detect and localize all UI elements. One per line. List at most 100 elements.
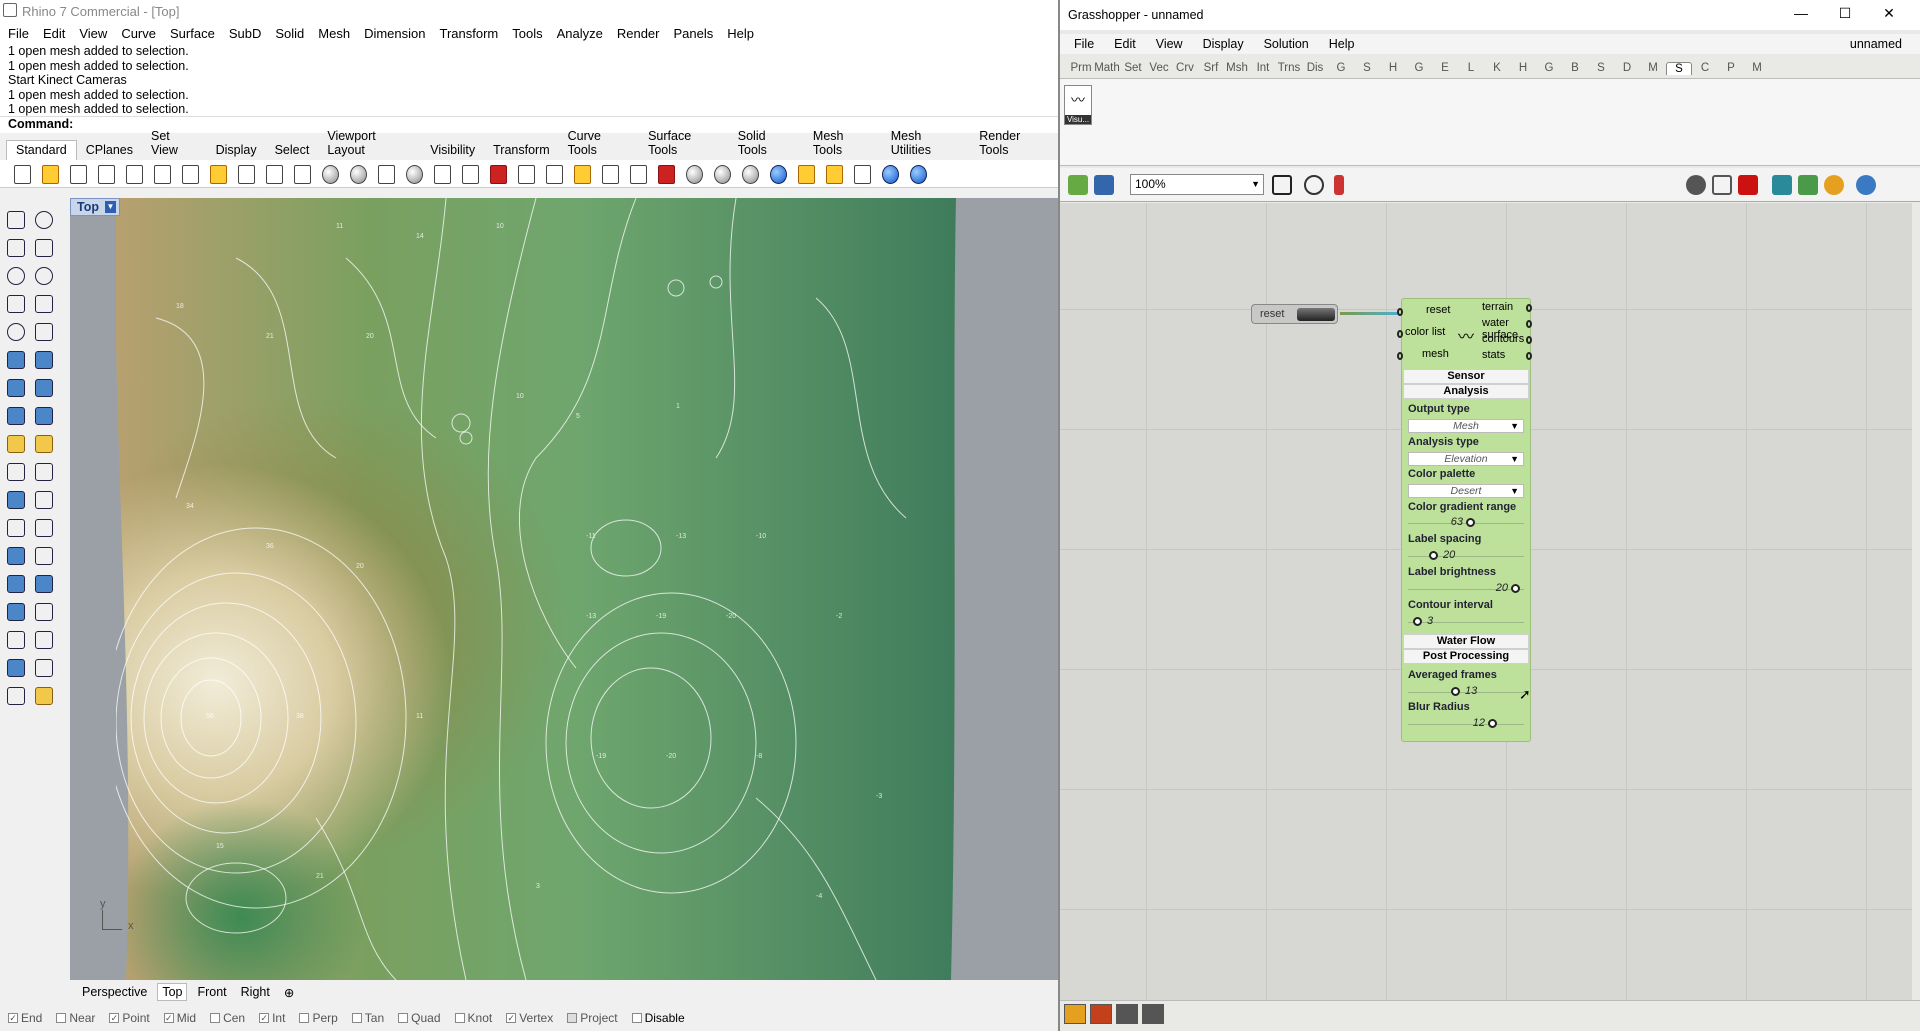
menu-surface[interactable]: Surface (170, 26, 215, 41)
rectangle-icon[interactable] (32, 292, 56, 316)
slider-knob[interactable] (1488, 719, 1497, 728)
gh-tab[interactable]: M (1640, 62, 1666, 74)
gh-tab[interactable]: S (1588, 62, 1614, 74)
tab-standard[interactable]: Standard (6, 140, 77, 160)
slider-knob[interactable] (1451, 687, 1460, 696)
slider-knob[interactable] (1413, 617, 1422, 626)
gh-tab[interactable]: S (1354, 62, 1380, 74)
osnap-int[interactable]: ✓ Int (259, 1011, 285, 1025)
new-file-icon[interactable] (10, 162, 34, 186)
slider-knob[interactable] (1466, 518, 1475, 527)
material-icon[interactable] (1824, 175, 1844, 195)
menu-subd[interactable]: SubD (229, 26, 262, 41)
lock-icon[interactable] (626, 162, 650, 186)
gh-menu-view[interactable]: View (1156, 37, 1183, 51)
osnap-point[interactable]: ✓ Point (109, 1011, 150, 1025)
sandbox-component[interactable]: reset color list mesh 〰 terrain water su… (1397, 298, 1532, 742)
tab-set-view[interactable]: Set View (142, 127, 207, 160)
output-port[interactable] (1526, 336, 1532, 344)
gh-menu-edit[interactable]: Edit (1114, 37, 1136, 51)
osnap-disable[interactable]: Disable (631, 1011, 685, 1025)
mesh-icon[interactable] (4, 432, 28, 456)
averaged-frames-slider[interactable]: 13 (1408, 685, 1524, 699)
menu-tools[interactable]: Tools (512, 26, 542, 41)
rotate-view-icon[interactable] (290, 162, 314, 186)
sketch-icon[interactable] (1334, 175, 1344, 195)
output-port[interactable] (1526, 352, 1532, 360)
gh-tab[interactable]: G (1328, 62, 1354, 74)
chevron-down-icon[interactable]: ▼ (104, 201, 116, 213)
hierarchy-icon[interactable] (32, 628, 56, 652)
gh-tab[interactable]: C (1692, 62, 1718, 74)
properties-icon[interactable] (570, 162, 594, 186)
menu-transform[interactable]: Transform (439, 26, 498, 41)
input-port[interactable] (1397, 352, 1403, 360)
section-sensor[interactable]: Sensor (1403, 369, 1529, 384)
scale-icon[interactable] (32, 572, 56, 596)
selected-preview-icon[interactable] (1738, 175, 1758, 195)
gh-tab[interactable]: G (1536, 62, 1562, 74)
gh-menu-file[interactable]: File (1074, 37, 1094, 51)
gh-menu-solution[interactable]: Solution (1264, 37, 1309, 51)
tab-top[interactable]: Top (157, 983, 188, 1001)
offset-icon[interactable] (4, 516, 28, 540)
gh-menu-display[interactable]: Display (1203, 37, 1244, 51)
array-icon[interactable] (4, 628, 28, 652)
analysis-icon[interactable] (794, 162, 818, 186)
slider-knob[interactable] (1511, 584, 1520, 593)
undo-icon[interactable] (234, 162, 258, 186)
preview-mesh-icon[interactable] (1798, 175, 1818, 195)
open-file-icon[interactable] (1068, 175, 1088, 195)
display-settings-icon[interactable] (1856, 175, 1876, 195)
gh-tab[interactable]: H (1380, 62, 1406, 74)
print-icon[interactable] (94, 162, 118, 186)
zoom-select[interactable]: 100% ▼ (1130, 174, 1264, 195)
osnap-end[interactable]: ✓ End (8, 1011, 42, 1025)
label-spacing-slider[interactable]: 20 (1408, 549, 1524, 563)
gh-tab[interactable]: Crv (1172, 62, 1198, 74)
plane-icon[interactable] (32, 404, 56, 428)
grasshopper-icon[interactable] (850, 162, 874, 186)
osnap-mid[interactable]: ✓ Mid (163, 1011, 196, 1025)
menu-view[interactable]: View (79, 26, 107, 41)
hierarchy-icon[interactable] (1116, 1004, 1138, 1024)
menu-help[interactable]: Help (727, 26, 754, 41)
label-brightness-slider[interactable]: 20 (1408, 582, 1524, 596)
osnap-tan[interactable]: Tan (351, 1011, 384, 1025)
shaded-icon[interactable] (710, 162, 734, 186)
tab-render-tools[interactable]: Render Tools (970, 127, 1058, 160)
menu-mesh[interactable]: Mesh (318, 26, 350, 41)
shaded-preview-icon[interactable] (1712, 175, 1732, 195)
surface-icon[interactable] (4, 348, 28, 372)
tab-solid-tools[interactable]: Solid Tools (729, 127, 804, 160)
menu-render[interactable]: Render (617, 26, 660, 41)
zoom-icon[interactable] (318, 162, 342, 186)
tab-display[interactable]: Display (207, 141, 266, 160)
gh-tab[interactable]: Trns (1276, 62, 1302, 74)
polyline-icon[interactable] (4, 236, 28, 260)
tab-visibility[interactable]: Visibility (421, 141, 484, 160)
gh-tab[interactable]: B (1562, 62, 1588, 74)
zoom-window-icon[interactable] (346, 162, 370, 186)
point-icon[interactable] (32, 208, 56, 232)
save-icon[interactable] (1094, 175, 1114, 195)
layer-icon[interactable] (654, 162, 678, 186)
light-icon[interactable] (598, 162, 622, 186)
text-icon[interactable] (4, 544, 28, 568)
tab-perspective[interactable]: Perspective (78, 984, 151, 1000)
gh-tab[interactable]: G (1406, 62, 1432, 74)
reset-button-component[interactable]: reset (1251, 304, 1338, 324)
cut-icon[interactable] (150, 162, 174, 186)
color-palette-dropdown[interactable]: Desert ▼ (1408, 484, 1524, 498)
osnap-near[interactable]: Near (56, 1011, 95, 1025)
osnap-cen[interactable]: Cen (210, 1011, 245, 1025)
osnap-knot[interactable]: Knot (454, 1011, 492, 1025)
input-port[interactable] (1397, 330, 1403, 338)
maximize-icon[interactable]: ☐ (1830, 5, 1860, 22)
select-icon[interactable] (542, 162, 566, 186)
gh-menu-help[interactable]: Help (1329, 37, 1355, 51)
arc-icon[interactable] (4, 292, 28, 316)
fillet-icon[interactable] (32, 320, 56, 344)
loft-icon[interactable] (32, 348, 56, 372)
boolean-icon[interactable] (32, 376, 56, 400)
